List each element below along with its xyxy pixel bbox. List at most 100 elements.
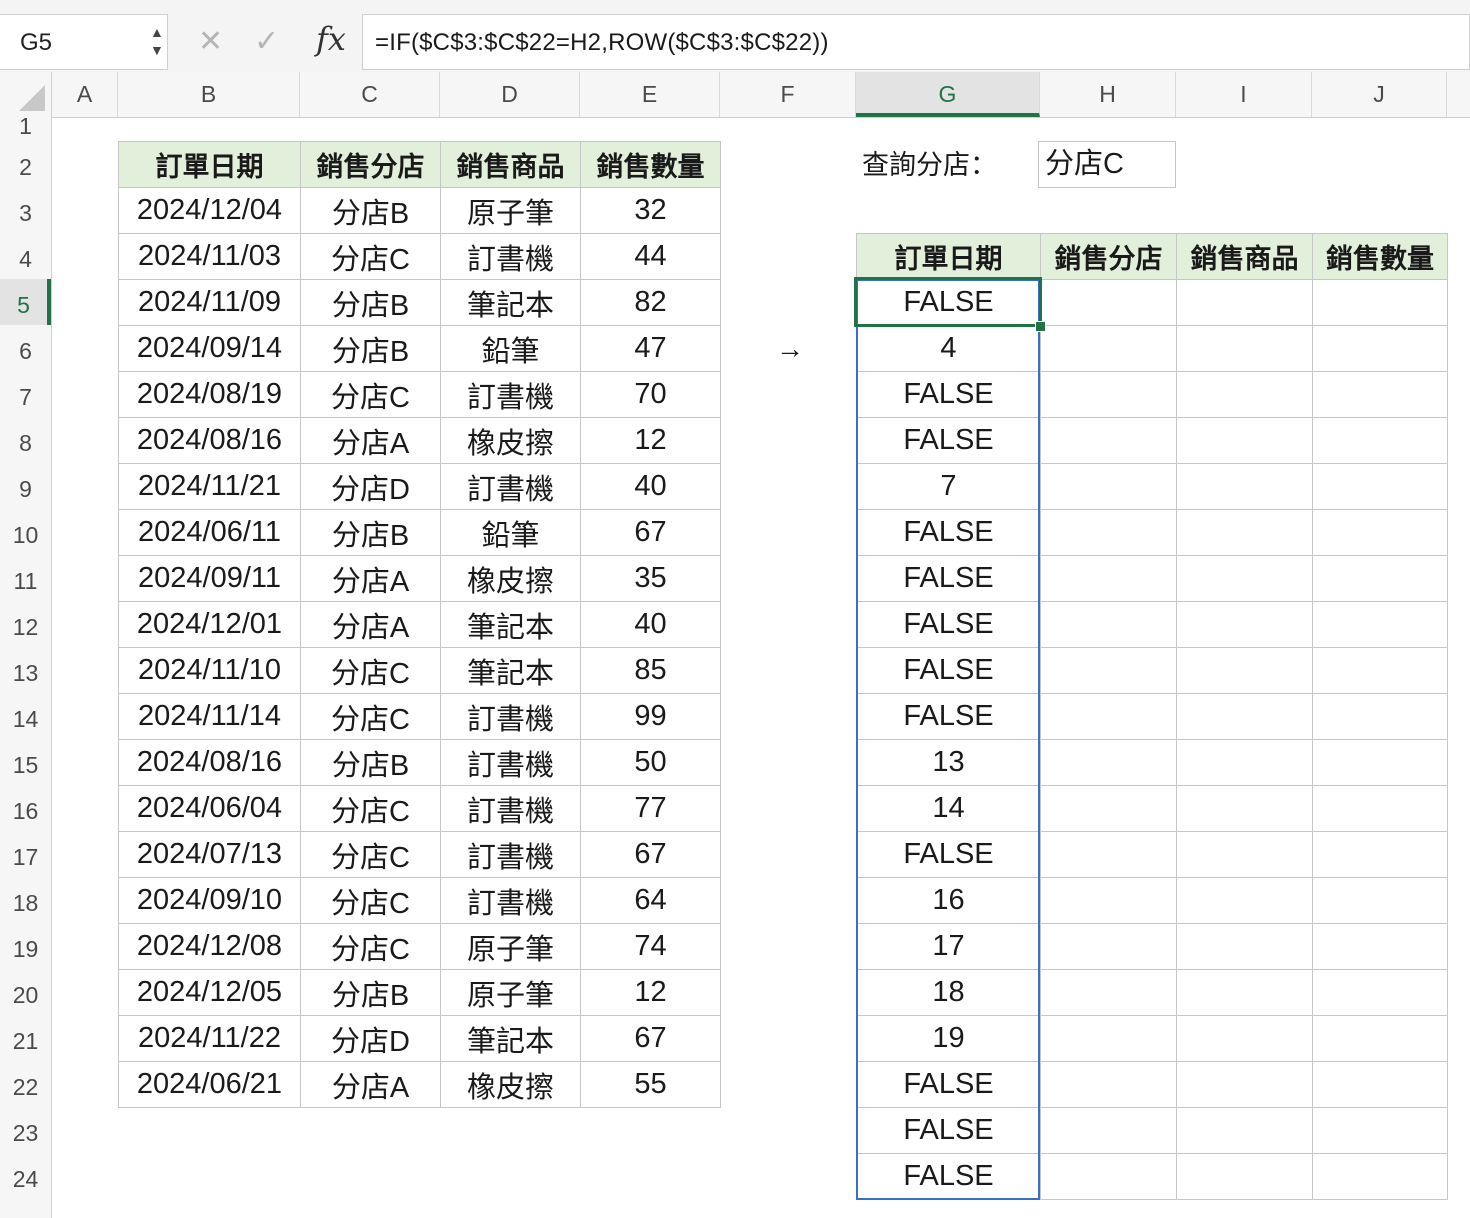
empty-cell[interactable] <box>1040 279 1177 326</box>
result-header-h[interactable]: 銷售分店 <box>1040 233 1177 280</box>
row-header-23[interactable]: 23 <box>0 1107 51 1153</box>
table-cell[interactable]: 筆記本 <box>440 1015 581 1062</box>
empty-cell[interactable] <box>1176 923 1313 970</box>
table-cell[interactable]: 分店C <box>300 785 441 832</box>
spin-arrows-icon[interactable]: ▲ ▼ <box>150 23 164 59</box>
column-header-e[interactable]: E <box>580 72 720 117</box>
table-cell[interactable]: 筆記本 <box>440 647 581 694</box>
table-cell[interactable]: 2024/08/16 <box>118 417 301 464</box>
table-cell[interactable]: 44 <box>580 233 721 280</box>
empty-cell[interactable] <box>1312 463 1448 510</box>
source-header-b[interactable]: 訂單日期 <box>118 141 301 188</box>
table-cell[interactable]: 訂書機 <box>440 233 581 280</box>
column-header-i[interactable]: I <box>1176 72 1312 117</box>
table-cell[interactable]: 2024/06/04 <box>118 785 301 832</box>
table-cell[interactable]: 2024/12/08 <box>118 923 301 970</box>
table-cell[interactable]: 訂書機 <box>440 877 581 924</box>
empty-cell[interactable] <box>1312 1015 1448 1062</box>
row-header-3[interactable]: 3 <box>0 187 51 233</box>
empty-cell[interactable] <box>1312 1061 1448 1108</box>
table-cell[interactable]: 2024/11/10 <box>118 647 301 694</box>
empty-cell[interactable] <box>1176 555 1313 602</box>
row-header-6[interactable]: 6 <box>0 325 51 371</box>
spill-cell[interactable]: FALSE <box>856 831 1041 878</box>
column-header-c[interactable]: C <box>300 72 440 117</box>
source-header-e[interactable]: 銷售數量 <box>580 141 721 188</box>
table-cell[interactable]: 分店B <box>300 509 441 556</box>
name-box[interactable]: G5 ▲ ▼ <box>0 14 168 70</box>
row-header-11[interactable]: 11 <box>0 555 51 601</box>
fill-handle[interactable] <box>1035 321 1046 332</box>
column-header-a[interactable]: A <box>52 72 118 117</box>
empty-cell[interactable] <box>1040 555 1177 602</box>
empty-cell[interactable] <box>1312 739 1448 786</box>
table-cell[interactable]: 74 <box>580 923 721 970</box>
spill-cell[interactable]: FALSE <box>856 1061 1041 1108</box>
spill-cell[interactable]: 19 <box>856 1015 1041 1062</box>
table-cell[interactable]: 分店D <box>300 463 441 510</box>
table-cell[interactable]: 分店C <box>300 877 441 924</box>
source-header-c[interactable]: 銷售分店 <box>300 141 441 188</box>
table-cell[interactable]: 40 <box>580 463 721 510</box>
empty-cell[interactable] <box>1040 1153 1177 1200</box>
empty-cell[interactable] <box>1040 1061 1177 1108</box>
empty-cell[interactable] <box>1176 417 1313 464</box>
table-cell[interactable]: 訂書機 <box>440 693 581 740</box>
empty-cell[interactable] <box>1176 877 1313 924</box>
table-cell[interactable]: 筆記本 <box>440 279 581 326</box>
table-cell[interactable]: 橡皮擦 <box>440 417 581 464</box>
empty-cell[interactable] <box>1176 831 1313 878</box>
source-header-d[interactable]: 銷售商品 <box>440 141 581 188</box>
table-cell[interactable]: 分店A <box>300 1061 441 1108</box>
table-cell[interactable]: 分店C <box>300 693 441 740</box>
table-cell[interactable]: 2024/12/04 <box>118 187 301 234</box>
empty-cell[interactable] <box>1312 279 1448 326</box>
row-header-17[interactable]: 17 <box>0 831 51 877</box>
empty-cell[interactable] <box>1040 1107 1177 1154</box>
empty-cell[interactable] <box>1040 923 1177 970</box>
table-cell[interactable]: 分店B <box>300 739 441 786</box>
empty-cell[interactable] <box>1040 831 1177 878</box>
empty-cell[interactable] <box>1040 371 1177 418</box>
table-cell[interactable]: 橡皮擦 <box>440 555 581 602</box>
table-cell[interactable]: 分店C <box>300 831 441 878</box>
row-header-9[interactable]: 9 <box>0 463 51 509</box>
table-cell[interactable]: 鉛筆 <box>440 325 581 372</box>
empty-cell[interactable] <box>1176 785 1313 832</box>
row-header-13[interactable]: 13 <box>0 647 51 693</box>
row-header-22[interactable]: 22 <box>0 1061 51 1107</box>
table-cell[interactable]: 訂書機 <box>440 739 581 786</box>
table-cell[interactable]: 67 <box>580 509 721 556</box>
empty-cell[interactable] <box>1040 785 1177 832</box>
table-cell[interactable]: 2024/11/03 <box>118 233 301 280</box>
table-cell[interactable]: 分店B <box>300 325 441 372</box>
empty-cell[interactable] <box>1312 371 1448 418</box>
table-cell[interactable]: 40 <box>580 601 721 648</box>
spill-cell[interactable]: FALSE <box>856 279 1041 326</box>
empty-cell[interactable] <box>1312 647 1448 694</box>
spill-cell[interactable]: FALSE <box>856 417 1041 464</box>
table-cell[interactable]: 67 <box>580 831 721 878</box>
table-cell[interactable]: 2024/11/22 <box>118 1015 301 1062</box>
spill-cell[interactable]: 14 <box>856 785 1041 832</box>
table-cell[interactable]: 2024/09/10 <box>118 877 301 924</box>
table-cell[interactable]: 50 <box>580 739 721 786</box>
table-cell[interactable]: 2024/07/13 <box>118 831 301 878</box>
empty-cell[interactable] <box>1040 509 1177 556</box>
empty-cell[interactable] <box>1040 739 1177 786</box>
table-cell[interactable]: 77 <box>580 785 721 832</box>
empty-cell[interactable] <box>1312 831 1448 878</box>
row-header-24[interactable]: 24 <box>0 1153 51 1199</box>
spill-cell[interactable]: FALSE <box>856 555 1041 602</box>
row-header-8[interactable]: 8 <box>0 417 51 463</box>
table-cell[interactable]: 47 <box>580 325 721 372</box>
column-header-j[interactable]: J <box>1312 72 1447 117</box>
select-all-corner[interactable] <box>0 72 52 117</box>
table-cell[interactable]: 分店C <box>300 371 441 418</box>
table-cell[interactable]: 原子筆 <box>440 923 581 970</box>
table-cell[interactable]: 分店C <box>300 923 441 970</box>
table-cell[interactable]: 2024/08/19 <box>118 371 301 418</box>
table-cell[interactable]: 2024/11/21 <box>118 463 301 510</box>
empty-cell[interactable] <box>1040 1015 1177 1062</box>
empty-cell[interactable] <box>1312 1107 1448 1154</box>
